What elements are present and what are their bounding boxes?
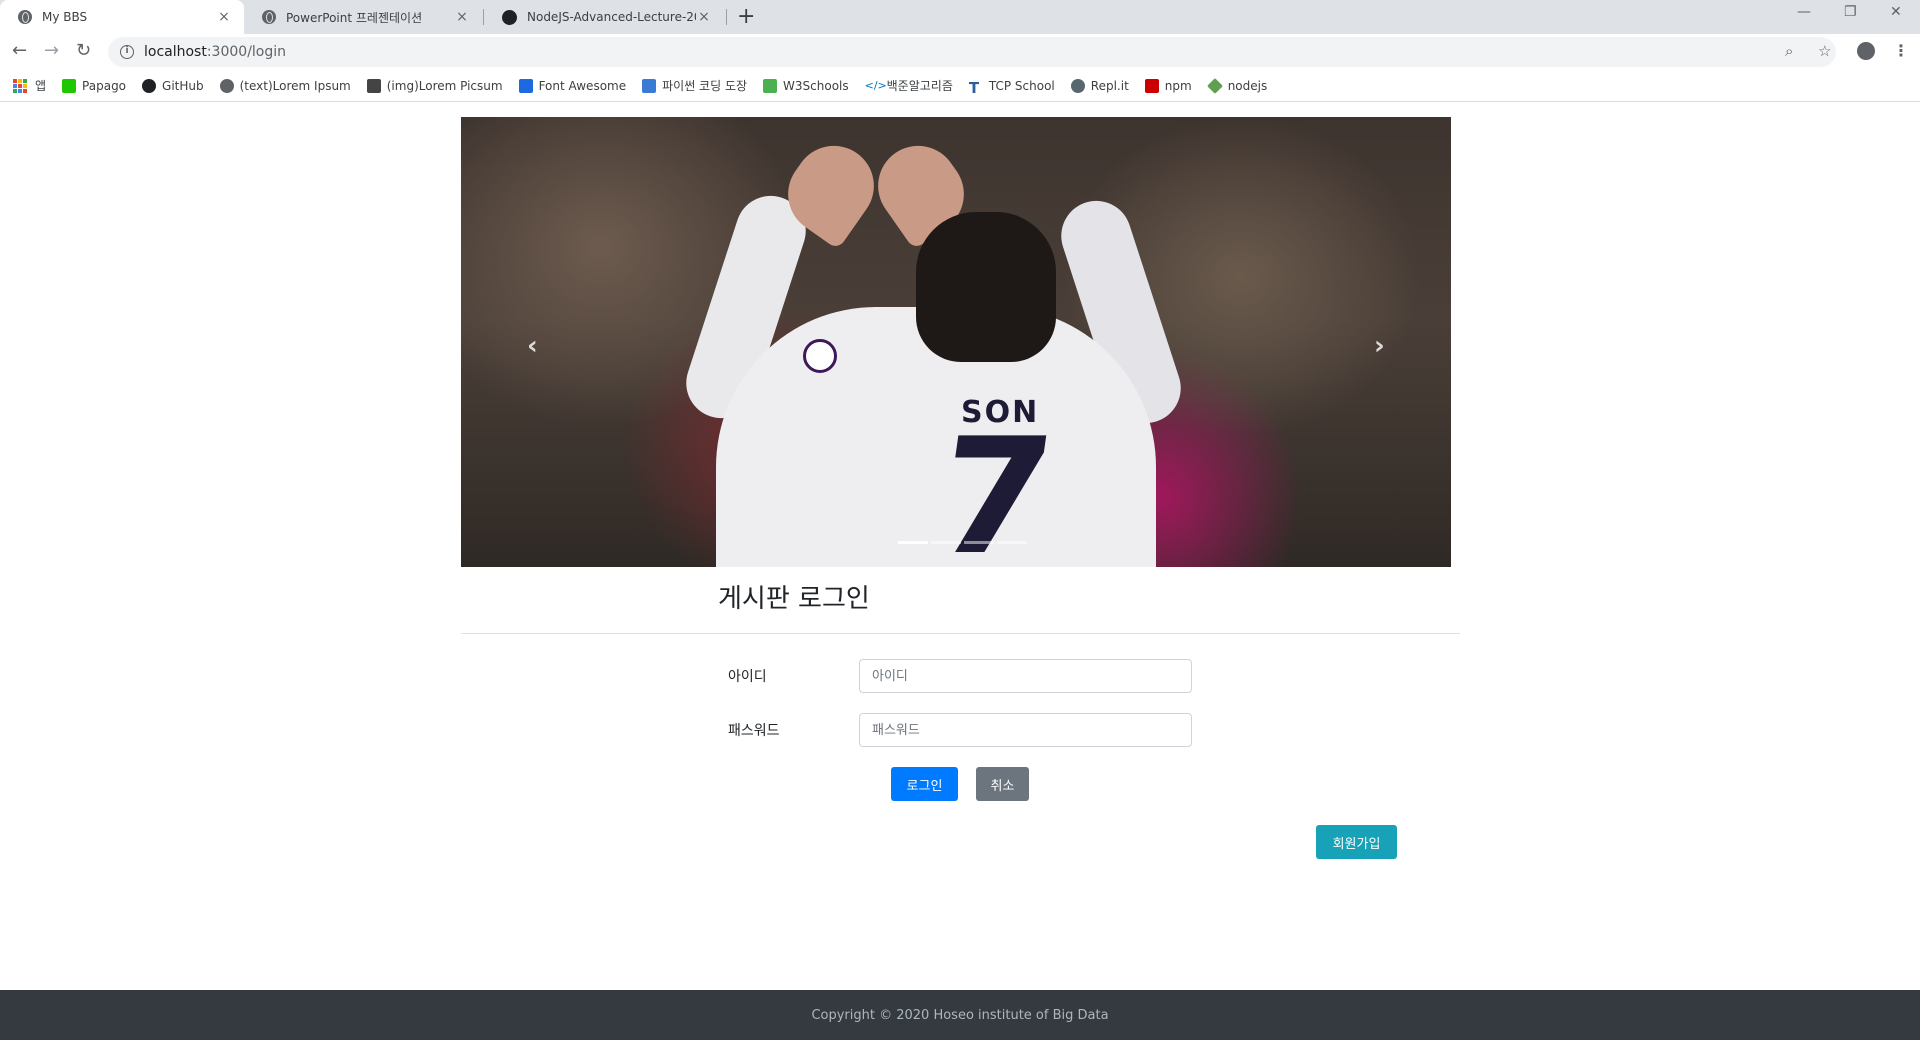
login-button[interactable]: 로그인 — [891, 767, 958, 801]
papago-icon — [62, 78, 77, 93]
bookmark-papago[interactable]: Papago — [62, 78, 127, 93]
bookmark-label: 백준알고리즘 — [886, 79, 953, 93]
bookmark-label: TCP School — [988, 78, 1055, 93]
github-icon — [142, 78, 157, 93]
tab-title: PowerPoint 프레젠테이션 — [286, 10, 423, 25]
tab-close-icon[interactable]: × — [696, 9, 712, 25]
bookmark-label: (img)Lorem Picsum — [386, 78, 503, 93]
tab-separator — [726, 9, 727, 25]
jersey-number: 7 — [925, 403, 1064, 567]
tab-my-bbs[interactable]: My BBS × — [0, 0, 244, 34]
bookmark-label: 파이썬 코딩 도장 — [662, 79, 748, 93]
bookmark-nodejs[interactable]: nodejs — [1206, 77, 1268, 94]
code-icon: </> — [864, 78, 887, 92]
bookmark-label: GitHub — [162, 78, 204, 93]
bookmark-python-dojang[interactable]: 파이썬 코딩 도장 — [642, 77, 747, 94]
tcp-icon: T — [968, 78, 980, 97]
footer: Copyright © 2020 Hoseo institute of Big … — [0, 990, 1920, 1040]
copyright-text: Copyright © 2020 Hoseo institute of Big … — [811, 1007, 1109, 1023]
npm-icon — [1144, 78, 1159, 93]
apps-grid-icon — [13, 78, 27, 93]
reload-button[interactable]: ↻ — [76, 41, 91, 61]
close-window-button[interactable]: ✕ — [1890, 4, 1902, 20]
replit-icon — [1070, 78, 1085, 93]
bookmarks-bar: 앱 Papago GitHub (text)Lorem Ipsum (img)L… — [0, 70, 1920, 102]
bookmark-label: Font Awesome — [538, 78, 627, 93]
carousel-indicator[interactable] — [997, 541, 1027, 544]
minimize-button[interactable]: — — [1797, 4, 1811, 20]
tab-github-repo[interactable]: NodeJS-Advanced-Lecture-2020 × — [484, 0, 724, 34]
bookmark-label: npm — [1164, 78, 1192, 93]
bookmark-label: nodejs — [1227, 78, 1268, 93]
forward-button[interactable]: → — [44, 41, 59, 61]
bookmark-lorem-picsum[interactable]: (img)Lorem Picsum — [366, 78, 503, 93]
new-tab-button[interactable]: + — [737, 5, 755, 29]
flag-icon — [518, 78, 533, 93]
carousel-indicator[interactable] — [931, 541, 961, 544]
bookmark-star-icon[interactable]: ☆ — [1818, 42, 1831, 60]
player-head — [916, 212, 1056, 362]
id-input[interactable] — [859, 659, 1192, 693]
bookmark-font-awesome[interactable]: Font Awesome — [518, 78, 627, 93]
carousel-next-icon[interactable]: › — [1374, 331, 1385, 361]
browser-tab-bar: My BBS × PowerPoint 프레젠테이션 × NodeJS-Adva… — [0, 0, 1920, 34]
bookmark-label: 앱 — [35, 79, 47, 93]
zoom-icon[interactable]: ⌕ — [1785, 42, 1793, 60]
nodejs-icon — [1206, 77, 1223, 94]
tab-close-icon[interactable]: × — [216, 9, 232, 25]
bookmark-lorem-ipsum[interactable]: (text)Lorem Ipsum — [219, 78, 351, 93]
tab-powerpoint[interactable]: PowerPoint 프레젠테이션 × — [244, 0, 482, 34]
divider — [461, 633, 1460, 634]
bookmark-github[interactable]: GitHub — [142, 78, 204, 93]
carousel-prev-icon[interactable]: ‹ — [527, 331, 538, 361]
tab-title: My BBS — [42, 10, 88, 24]
password-input[interactable] — [859, 713, 1192, 747]
github-icon — [502, 9, 517, 25]
tab-title: NodeJS-Advanced-Lecture-2020 — [527, 10, 696, 24]
address-bar[interactable]: i localhost:3000/login — [108, 37, 1836, 67]
password-label: 패스워드 — [728, 723, 780, 739]
browser-menu-icon[interactable]: ⋮ — [1893, 41, 1909, 60]
globe-icon — [18, 10, 32, 24]
w3-icon — [763, 78, 778, 93]
picsum-icon — [366, 78, 381, 93]
tab-close-icon[interactable]: × — [454, 9, 470, 25]
globe-icon — [262, 10, 276, 24]
id-label: 아이디 — [728, 669, 767, 685]
browser-toolbar: ← → ↻ i localhost:3000/login ⌕ ☆ ⋮ — [0, 34, 1920, 70]
bookmark-baekjoon[interactable]: </> 백준알고리즘 — [865, 77, 953, 94]
bookmark-apps[interactable]: 앱 — [13, 77, 46, 94]
bookmark-label: Repl.it — [1090, 78, 1129, 93]
url-host: localhost — [144, 44, 207, 60]
url-path: :3000/login — [206, 44, 287, 60]
profile-icon[interactable] — [1857, 42, 1875, 60]
carousel-indicators — [898, 541, 1027, 544]
bookmark-w3schools[interactable]: W3Schools — [763, 78, 849, 93]
carousel-indicator[interactable] — [898, 541, 928, 544]
page-title: 게시판 로그인 — [718, 584, 870, 614]
bookmark-tcp-school[interactable]: T TCP School — [968, 78, 1055, 97]
league-badge-icon — [803, 339, 837, 373]
dojang-icon — [642, 78, 657, 93]
bookmark-label: Papago — [82, 78, 127, 93]
bookmark-npm[interactable]: npm — [1144, 78, 1192, 93]
bookmark-label: W3Schools — [783, 78, 849, 93]
signup-button[interactable]: 회원가입 — [1316, 825, 1397, 859]
globe-icon — [219, 78, 234, 93]
carousel-indicator[interactable] — [964, 541, 994, 544]
bookmark-label: (text)Lorem Ipsum — [239, 78, 351, 93]
info-icon[interactable]: i — [120, 45, 134, 59]
cancel-button[interactable]: 취소 — [976, 767, 1029, 801]
bookmark-replit[interactable]: Repl.it — [1070, 78, 1129, 93]
image-carousel[interactable]: SON 7 ‹ › — [461, 117, 1451, 567]
back-button[interactable]: ← — [12, 41, 27, 61]
restore-button[interactable]: ❐ — [1844, 4, 1857, 20]
